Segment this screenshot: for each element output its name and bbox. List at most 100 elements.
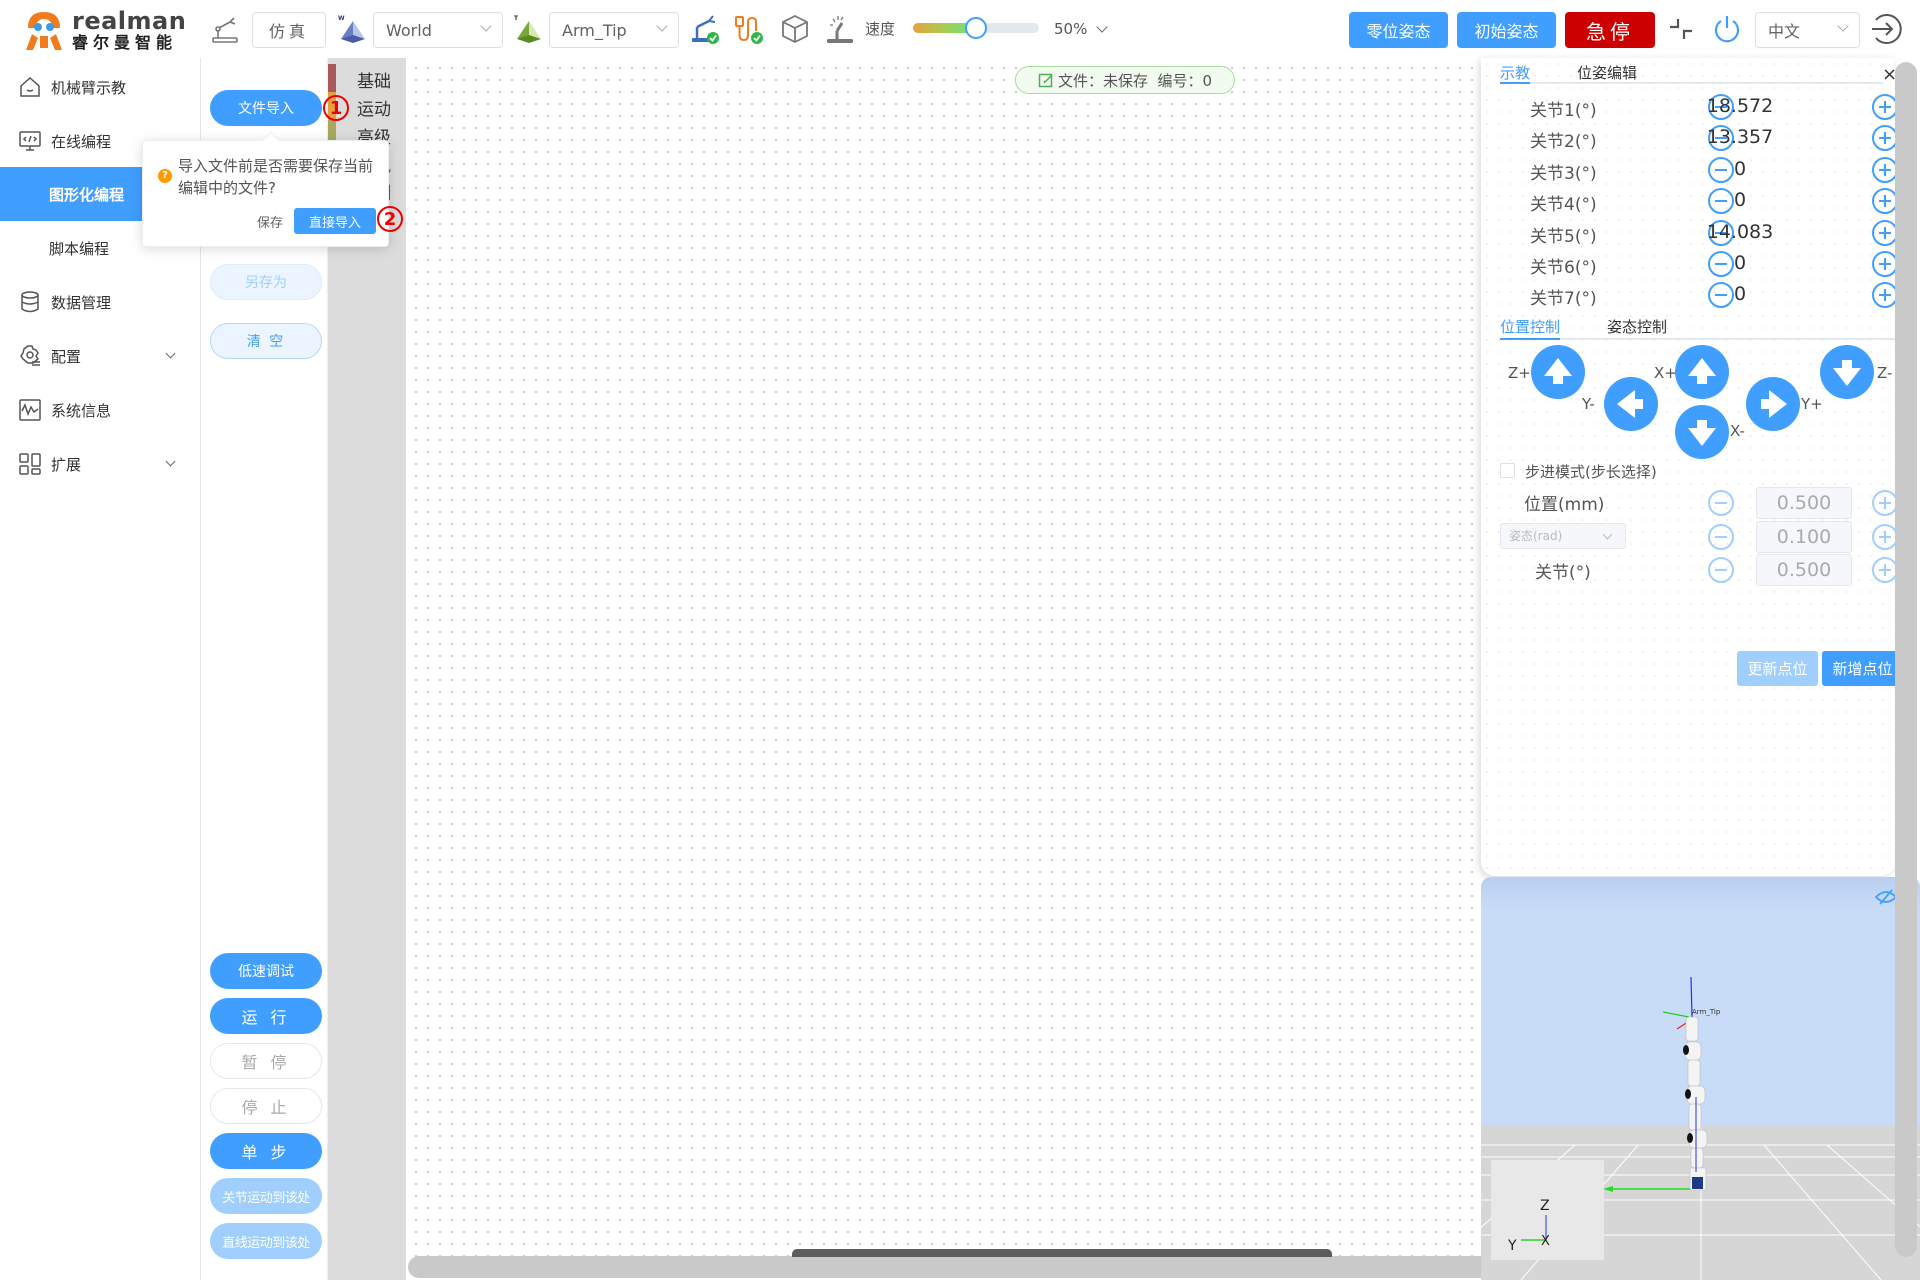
arrow-right-icon <box>1761 390 1787 418</box>
speed-chevron-down-icon[interactable] <box>1096 21 1108 33</box>
sidebar-item-config[interactable]: 配置 <box>0 329 200 383</box>
language-select[interactable]: 中文 <box>1755 12 1860 48</box>
sidebar-item-label: 扩展 <box>51 455 82 474</box>
add-point-button[interactable]: 新增点位 <box>1822 651 1895 686</box>
close-icon[interactable]: × <box>1882 64 1895 85</box>
pose-step-input[interactable]: 0.100 <box>1756 521 1852 553</box>
joint-value: 0 <box>1733 283 1747 306</box>
io-connected-icon[interactable] <box>732 12 766 46</box>
jog-z-minus-button[interactable] <box>1820 345 1874 399</box>
popover-save-button[interactable]: 保存 <box>240 208 300 234</box>
vertical-scrollbar[interactable] <box>1895 62 1917 1257</box>
joint-label: 关节4(°) <box>1530 195 1597 216</box>
robot-arm-icon[interactable] <box>208 12 242 46</box>
joint-increase-button[interactable] <box>1872 94 1895 120</box>
jog-y-minus-button[interactable] <box>1604 377 1658 431</box>
init-pose-button[interactable]: 初始姿态 <box>1457 12 1556 48</box>
z-minus-label: Z- <box>1877 364 1893 382</box>
sidebar-item-extensions[interactable]: 扩展 <box>0 437 200 491</box>
joint-step-decrease-button[interactable] <box>1708 557 1734 583</box>
pulse-icon <box>18 398 42 422</box>
sidebar-item-data-management[interactable]: 数据管理 <box>0 275 200 329</box>
category-basic[interactable]: 基础 <box>328 64 406 92</box>
joint-increase-button[interactable] <box>1872 282 1895 309</box>
file-status-badge: 文件：未保存 编号：0 <box>1015 66 1236 94</box>
power-icon[interactable] <box>1710 12 1744 46</box>
single-step-button[interactable]: 单 步 <box>210 1133 322 1169</box>
joint-value: 14.083 <box>1706 220 1774 243</box>
joint-label: 关节5(°) <box>1530 226 1597 247</box>
zero-pose-button[interactable]: 零位姿态 <box>1349 12 1448 48</box>
category-color-bar <box>328 64 336 92</box>
chevron-down-icon <box>656 20 668 32</box>
pause-button[interactable]: 暂 停 <box>210 1043 322 1079</box>
joint-increase-button[interactable] <box>1872 188 1895 215</box>
category-label: 运动 <box>357 100 391 120</box>
tab-orientation-control[interactable]: 姿态控制 <box>1607 316 1667 340</box>
sidebar-item-arm-teach[interactable]: 机械臂示教 <box>0 60 200 114</box>
joint-row: 关节1(°) 18.572 <box>1481 92 1895 123</box>
work-frame-select[interactable]: World <box>373 12 503 48</box>
tab-teach[interactable]: 示教 <box>1500 62 1531 84</box>
robot-teach-icon[interactable] <box>823 12 857 46</box>
arrow-up-icon <box>1544 358 1572 384</box>
update-point-button[interactable]: 更新点位 <box>1737 651 1818 686</box>
joint-increase-button[interactable] <box>1872 219 1895 246</box>
stop-button[interactable]: 停 止 <box>210 1088 322 1124</box>
collapse-icon[interactable] <box>1664 12 1698 46</box>
tab-position-control[interactable]: 位置控制 <box>1500 316 1561 340</box>
edit-icon <box>1038 72 1054 88</box>
clear-button[interactable]: 清 空 <box>210 323 322 359</box>
robot-3d-view[interactable]: Arm_Tip Z Y X <box>1481 877 1920 1280</box>
sidebar-item-label: 配置 <box>51 347 82 366</box>
position-step-label: 位置(mm) <box>1524 495 1605 515</box>
speed-slider[interactable] <box>913 17 1039 39</box>
svg-text:W: W <box>338 15 345 22</box>
speed-slider-thumb[interactable] <box>965 17 987 39</box>
joint-step-increase-button[interactable] <box>1872 557 1895 583</box>
jog-x-minus-button[interactable] <box>1675 405 1729 459</box>
joint-value: 0 <box>1733 157 1747 180</box>
file-import-button[interactable]: 文件导入 <box>210 90 322 126</box>
jog-x-plus-button[interactable] <box>1675 345 1729 399</box>
sidebar-item-system-info[interactable]: 系统信息 <box>0 383 200 437</box>
position-step-input[interactable]: 0.500 <box>1756 487 1852 519</box>
jog-z-plus-button[interactable] <box>1531 345 1585 399</box>
chevron-down-icon <box>165 456 176 467</box>
position-step-decrease-button[interactable] <box>1708 490 1734 516</box>
chevron-down-icon <box>1602 529 1613 540</box>
run-button[interactable]: 运 行 <box>210 998 322 1034</box>
joint-row: 关节5(°) 14.083 <box>1481 218 1895 249</box>
step-mode-checkbox[interactable] <box>1500 463 1515 478</box>
block-workspace-canvas[interactable] <box>406 58 1481 1258</box>
popover-import-directly-button[interactable]: 直接导入 <box>294 208 376 234</box>
settings-icon <box>18 344 42 368</box>
tool-frame-select[interactable]: Arm_Tip <box>549 12 679 48</box>
position-step-increase-button[interactable] <box>1872 490 1895 516</box>
pose-unit-select[interactable]: 姿态(rad) <box>1500 523 1626 549</box>
joint-row: 关节4(°) 0 <box>1481 186 1895 217</box>
robot-connected-icon[interactable] <box>688 12 722 46</box>
slow-debug-button[interactable]: 低速调试 <box>210 953 322 989</box>
joint-increase-button[interactable] <box>1872 251 1895 277</box>
control-tabs: 位置控制 姿态控制 <box>1500 316 1895 340</box>
joint-row: 关节6(°) 0 <box>1481 249 1895 280</box>
joint-move-here-button[interactable]: 关节运动到该处 <box>210 1178 322 1214</box>
work-frame-value: World <box>386 20 432 40</box>
linear-move-here-button[interactable]: 直线运动到该处 <box>210 1223 322 1259</box>
joint-step-input[interactable]: 0.500 <box>1756 554 1852 586</box>
joint-increase-button[interactable] <box>1872 156 1895 183</box>
horizontal-scrollbar-thumb[interactable] <box>792 1249 1332 1257</box>
tab-pose-edit[interactable]: 位姿编辑 <box>1577 62 1637 84</box>
sim-mode-button[interactable]: 仿真 <box>252 12 326 48</box>
3d-cube-icon[interactable] <box>778 12 812 46</box>
jog-y-plus-button[interactable] <box>1746 377 1800 431</box>
pose-step-decrease-button[interactable] <box>1708 524 1734 550</box>
save-as-button[interactable]: 另存为 <box>210 264 322 300</box>
gizmo-y-label: Y <box>1507 1238 1517 1254</box>
joint-increase-button[interactable] <box>1872 125 1895 152</box>
pose-step-increase-button[interactable] <box>1872 524 1895 550</box>
logout-icon[interactable] <box>1868 12 1902 46</box>
joint-label: 关节7(°) <box>1530 289 1597 310</box>
emergency-stop-button[interactable]: 急停 <box>1565 12 1655 48</box>
